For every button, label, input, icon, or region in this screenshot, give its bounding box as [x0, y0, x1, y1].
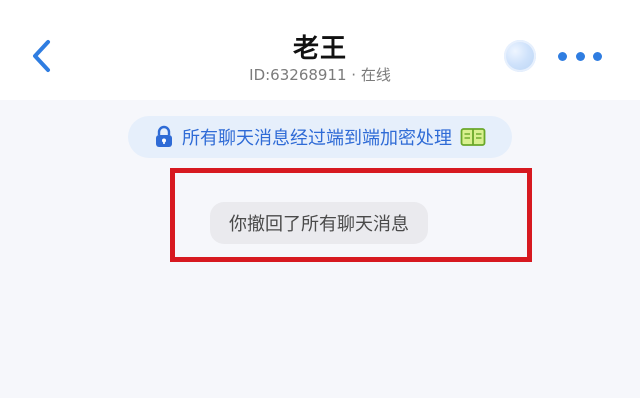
encryption-notice-text: 所有聊天消息经过端到端加密处理	[182, 128, 452, 149]
more-dots-icon	[575, 51, 585, 61]
more-dots-icon	[558, 51, 567, 61]
more-dots-icon	[593, 51, 602, 61]
avatar[interactable]	[504, 40, 536, 72]
book-icon	[460, 127, 486, 147]
more-button[interactable]	[558, 47, 602, 65]
recall-system-message: 你撤回了所有聊天消息	[210, 202, 428, 244]
lock-icon	[154, 125, 174, 149]
top-navigation-bar: 老王 ID:63268911 · 在线	[0, 0, 640, 100]
chat-title: 老王	[292, 34, 347, 64]
chat-subtitle: ID:63268911 · 在线	[249, 66, 391, 84]
encryption-notice[interactable]: 所有聊天消息经过端到端加密处理	[128, 116, 512, 158]
